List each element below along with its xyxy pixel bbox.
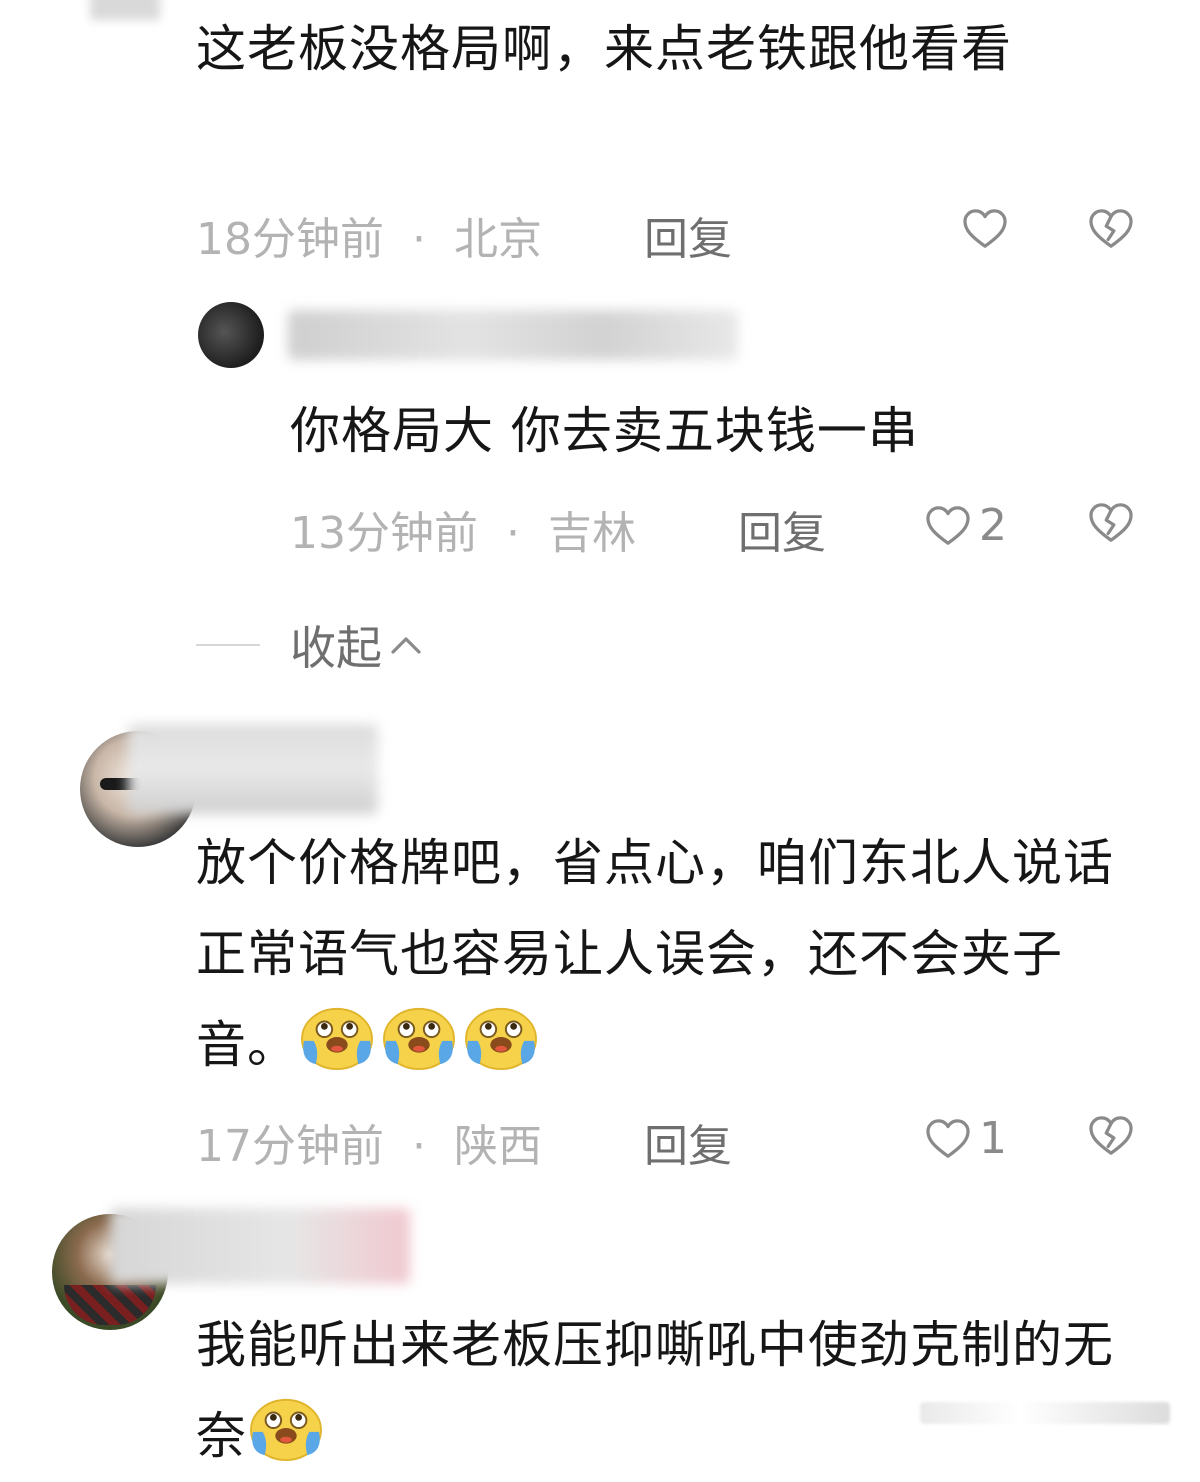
chevron-up-icon (391, 637, 421, 654)
reply-text: 你格局大 你去卖五块钱一串 (290, 402, 919, 460)
collapse-divider (196, 644, 260, 646)
collapse-replies-button[interactable]: 收起 (290, 612, 424, 678)
heart-icon (925, 1118, 971, 1160)
watermark-bar (920, 1402, 1170, 1424)
reply-time: 13分钟前 (290, 508, 478, 559)
like-count: 2 (979, 500, 1007, 551)
comment-meta: 17分钟前 · 陕西 (196, 1110, 542, 1174)
dislike-button[interactable] (1088, 502, 1134, 548)
reply-button[interactable]: 回复 (644, 1110, 732, 1174)
comment-text: 我能听出来老板压抑嘶吼中使劲克制的无奈 (196, 1300, 1156, 1482)
reply-avatar[interactable] (198, 302, 264, 368)
comment-meta: 18分钟前 · 北京 (196, 203, 542, 267)
cry-laugh-emoji (462, 1004, 540, 1072)
like-button[interactable]: 2 (925, 500, 1007, 551)
dislike-button[interactable] (1088, 208, 1134, 254)
meta-separator: · (412, 1121, 426, 1172)
reply-meta: 13分钟前 · 吉林 (290, 497, 636, 561)
broken-heart-icon (1088, 502, 1134, 544)
cry-laugh-emoji (380, 1004, 458, 1072)
comment-text: 这老板没格局啊，来点老铁跟他看看 (196, 20, 1012, 78)
cry-laugh-emoji (247, 1395, 325, 1463)
comment-username-blurred[interactable] (110, 1208, 410, 1284)
comment-username-blurred[interactable] (128, 724, 378, 814)
heart-icon (962, 208, 1008, 250)
cry-laugh-emoji (298, 1004, 376, 1072)
broken-heart-icon (1088, 208, 1134, 250)
comment-location: 陕西 (454, 1121, 542, 1172)
comment-location: 北京 (454, 214, 542, 265)
collapse-label: 收起 (290, 621, 382, 675)
heart-icon (925, 505, 971, 547)
meta-separator: · (412, 214, 426, 265)
avatar-blurred[interactable] (90, 0, 160, 20)
broken-heart-icon (1088, 1115, 1134, 1157)
comment-time: 17分钟前 (196, 1121, 384, 1172)
like-count: 1 (979, 1113, 1007, 1164)
reply-location: 吉林 (548, 508, 636, 559)
reply-button[interactable]: 回复 (644, 203, 732, 267)
comment-text-content: 我能听出来老板压抑嘶吼中使劲克制的无奈 (196, 1316, 1114, 1465)
reply-username-blurred[interactable] (288, 310, 738, 360)
like-button[interactable] (962, 208, 1016, 250)
reply-button[interactable]: 回复 (738, 497, 826, 561)
like-button[interactable]: 1 (925, 1113, 1007, 1164)
meta-separator: · (506, 508, 520, 559)
dislike-button[interactable] (1088, 1115, 1134, 1161)
comment-time: 18分钟前 (196, 214, 384, 265)
comment-text: 放个价格牌吧，省点心，咱们东北人说话正常语气也容易让人误会，还不会夹子音。 (196, 818, 1156, 1091)
